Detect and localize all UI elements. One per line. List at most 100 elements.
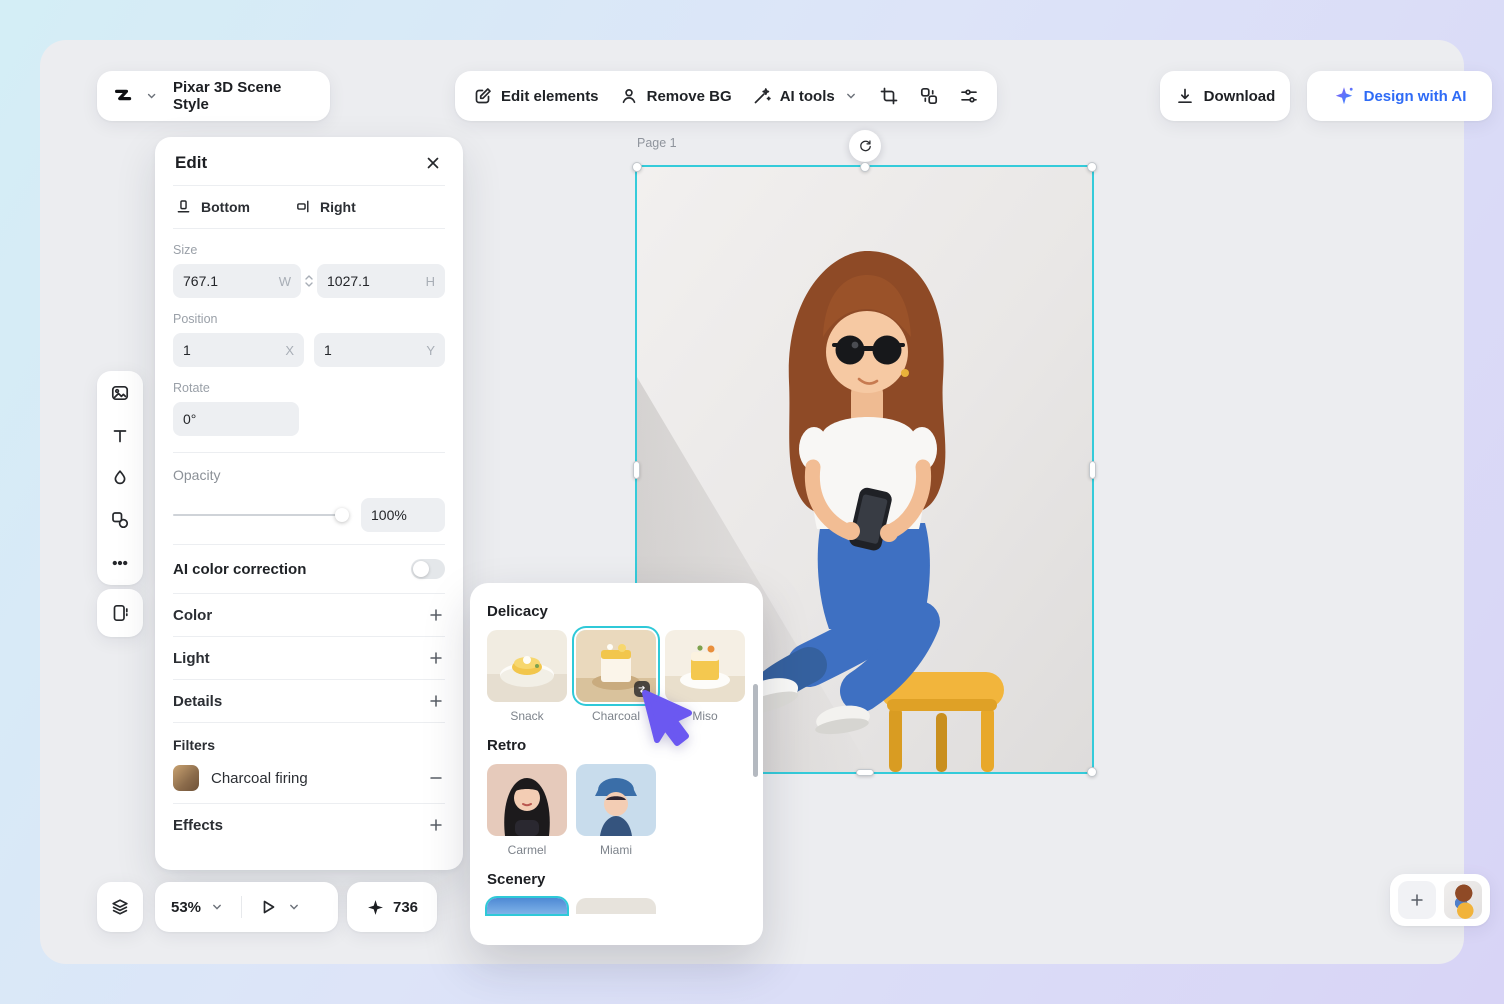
- remove-filter-button[interactable]: [427, 769, 445, 787]
- width-field[interactable]: 767.1 W: [173, 264, 301, 298]
- opacity-value-field[interactable]: 100%: [361, 498, 445, 532]
- design-with-ai-button[interactable]: Design with AI: [1307, 71, 1492, 121]
- add-light-button[interactable]: [427, 649, 445, 667]
- align-right-label: Right: [320, 198, 356, 215]
- selection-handle-top-right[interactable]: [1087, 162, 1097, 172]
- preview-mode-button[interactable]: [258, 897, 302, 917]
- position-y-field[interactable]: 1 Y: [314, 333, 445, 367]
- download-icon: [1177, 88, 1192, 104]
- plus-icon: [430, 609, 442, 621]
- edit-elements-label: Edit elements: [501, 87, 599, 105]
- details-label: Details: [173, 692, 223, 710]
- opacity-slider-knob[interactable]: [335, 508, 349, 522]
- align-right-button[interactable]: Right: [294, 198, 356, 215]
- zoom-controls: 53%: [155, 882, 338, 932]
- filter-thumb-partial[interactable]: [487, 898, 567, 914]
- edit-elements-button[interactable]: Edit elements: [473, 86, 599, 106]
- page-label[interactable]: Page 1: [637, 136, 677, 150]
- rotate-field[interactable]: 0°: [173, 402, 299, 436]
- effects-label: Effects: [173, 816, 224, 834]
- selection-handle-bottom-right[interactable]: [1087, 767, 1097, 777]
- download-button[interactable]: Download: [1160, 71, 1290, 121]
- shape-icon: [114, 470, 126, 485]
- height-unit: H: [425, 273, 435, 289]
- credits-count: 736: [392, 898, 419, 916]
- adjust-button[interactable]: [959, 86, 979, 106]
- remove-bg-button[interactable]: Remove BG: [619, 86, 732, 106]
- filter-thumb-carmel[interactable]: Carmel: [487, 764, 567, 857]
- filter-name: Miami: [600, 843, 632, 857]
- light-row: Light: [155, 637, 463, 679]
- filter-name: Snack: [510, 709, 544, 723]
- edit-panel-title: Edit: [175, 153, 208, 172]
- left-toolbar: [97, 371, 143, 585]
- align-bottom-button[interactable]: Bottom: [175, 198, 250, 215]
- opacity-value: 100%: [371, 507, 407, 523]
- add-image-icon: [111, 386, 129, 401]
- selection-handle-bottom-center[interactable]: [855, 769, 874, 776]
- filter-thumb-miami[interactable]: Miami: [576, 764, 656, 857]
- chevron-down-icon: [147, 93, 156, 99]
- rotate-value: 0°: [183, 411, 197, 427]
- size-label: Size: [173, 243, 198, 257]
- section-title-retro: Retro: [487, 737, 527, 754]
- text-tool-button[interactable]: [97, 416, 143, 456]
- width-unit: W: [278, 273, 291, 289]
- align-bottom-label: Bottom: [201, 198, 250, 215]
- pages-panel: [1390, 874, 1490, 926]
- link-dimensions-icon[interactable]: [303, 271, 315, 291]
- elements-tool-button[interactable]: [97, 500, 143, 540]
- light-label: Light: [173, 649, 210, 667]
- ai-color-correction-toggle[interactable]: [411, 559, 445, 579]
- chevron-down-icon: [846, 93, 855, 99]
- plus-icon: [430, 695, 442, 707]
- height-field[interactable]: 1027.1 H: [317, 264, 445, 298]
- selection-handle-top-left[interactable]: [632, 162, 642, 172]
- style-name: Pixar 3D Scene Style: [173, 79, 282, 113]
- rotate-handle[interactable]: [849, 130, 881, 162]
- filters-label: Filters: [173, 737, 216, 753]
- active-filter-name: Charcoal firing: [211, 769, 308, 787]
- crop-button[interactable]: [879, 86, 899, 106]
- selection-handle-top-center[interactable]: [859, 162, 870, 172]
- layers-button[interactable]: [97, 882, 143, 932]
- opacity-label: Opacity: [173, 467, 221, 483]
- chevron-down-icon: [213, 904, 221, 910]
- add-details-button[interactable]: [427, 692, 445, 710]
- plus-icon: [430, 819, 442, 831]
- filter-thumb-snack[interactable]: Snack: [487, 630, 567, 723]
- color-label: Color: [173, 606, 213, 624]
- add-effects-button[interactable]: [427, 816, 445, 834]
- page-thumbnail[interactable]: [1444, 881, 1482, 919]
- zoom-level-button[interactable]: 53%: [171, 899, 225, 916]
- close-icon: [427, 157, 439, 169]
- ai-tools-button[interactable]: AI tools: [752, 86, 859, 106]
- close-panel-button[interactable]: [423, 153, 443, 173]
- position-x-field[interactable]: 1 X: [173, 333, 304, 367]
- more-tools-button[interactable]: [97, 543, 143, 583]
- popup-scrollbar[interactable]: [753, 684, 758, 777]
- add-color-button[interactable]: [427, 606, 445, 624]
- mockup-tool-button[interactable]: [97, 593, 143, 633]
- replace-button[interactable]: [919, 86, 939, 106]
- style-selector[interactable]: Pixar 3D Scene Style: [97, 71, 330, 121]
- mockup-tool-panel: [97, 589, 143, 637]
- details-row: Details: [155, 680, 463, 722]
- filter-thumb-partial[interactable]: [576, 898, 656, 914]
- add-page-button[interactable]: [1398, 881, 1436, 919]
- effects-row: Effects: [155, 804, 463, 846]
- credits-button[interactable]: 736: [347, 882, 437, 932]
- shape-tool-button[interactable]: [97, 458, 143, 498]
- section-title-delicacy: Delicacy: [487, 603, 548, 620]
- selection-handle-right-center[interactable]: [1089, 460, 1096, 479]
- active-filter-row[interactable]: Charcoal firing: [155, 761, 463, 803]
- selection-handle-left-center[interactable]: [633, 460, 640, 479]
- remove-bg-label: Remove BG: [646, 87, 732, 105]
- carmel-filter-preview: [487, 764, 567, 836]
- opacity-slider[interactable]: [173, 505, 349, 525]
- crop-icon: [880, 87, 898, 105]
- add-image-button[interactable]: [97, 373, 143, 413]
- plus-icon: [1411, 894, 1423, 906]
- edit-pencil-icon: [475, 88, 491, 104]
- sliders-icon: [961, 89, 977, 103]
